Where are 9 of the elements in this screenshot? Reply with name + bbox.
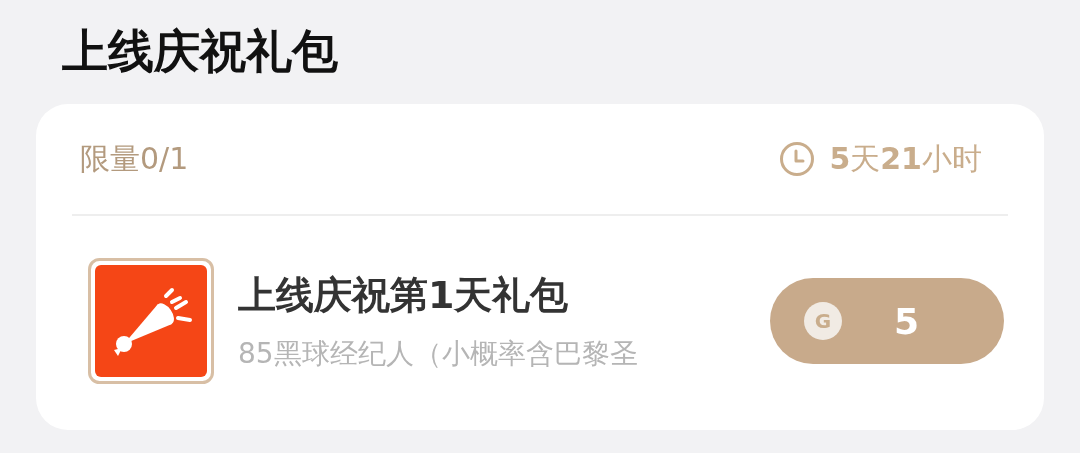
clock-icon bbox=[779, 141, 816, 177]
gift-pack-description: 85黑球经纪人（小概率含巴黎圣 bbox=[238, 335, 639, 372]
coin-icon: G bbox=[804, 302, 842, 340]
price-button[interactable]: G 5 bbox=[770, 278, 1004, 364]
page-title: 上线庆祝礼包 bbox=[62, 23, 339, 80]
gift-pack-name: 上线庆祝第1天礼包 bbox=[238, 271, 570, 319]
party-horn-icon bbox=[88, 258, 214, 384]
countdown-text: 5天21小时 bbox=[829, 139, 982, 178]
purchase-limit: 限量0/1 bbox=[79, 139, 189, 178]
